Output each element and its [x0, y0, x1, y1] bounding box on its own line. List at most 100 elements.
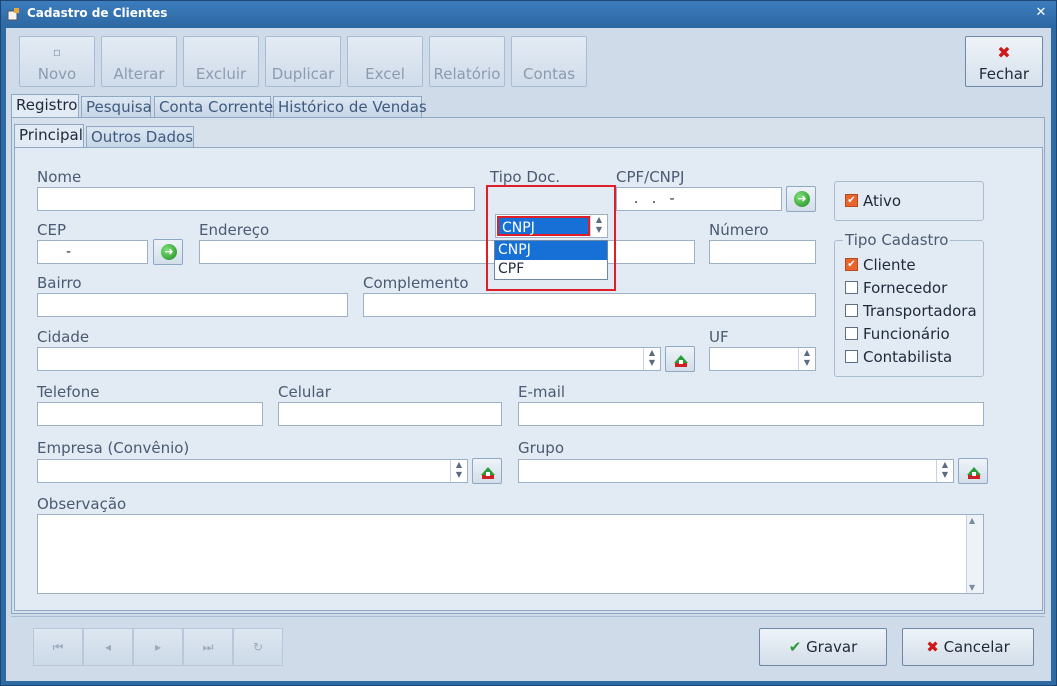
checkmark-icon: ✔ [788, 638, 802, 656]
excluir-button[interactable]: Excluir [183, 36, 259, 87]
fornecedor-checkbox[interactable] [845, 281, 858, 294]
transportadora-checkbox[interactable] [845, 304, 858, 317]
app-icon [7, 8, 19, 21]
grupo-select[interactable]: ▲ ▼ [518, 459, 954, 483]
observacao-label: Observação [37, 495, 127, 513]
go-arrow-icon: ➜ [794, 191, 810, 207]
grupo-edit-button[interactable] [958, 458, 988, 484]
gravar-label: Gravar [806, 638, 858, 656]
contabilista-checkbox[interactable] [845, 350, 858, 363]
excel-button[interactable]: Excel [347, 36, 423, 87]
complemento-label: Complemento [363, 274, 469, 292]
celular-input[interactable] [278, 402, 502, 426]
close-x-icon: ✖ [997, 43, 1011, 62]
window-client-area: ▫ Novo Alterar Excluir Duplicar Excel Re… [6, 28, 1051, 681]
cpf-cnpj-label: CPF/CNPJ [616, 168, 685, 186]
window: Cadastro de Clientes ✕ ▫ Novo Alterar Ex… [0, 0, 1057, 686]
duplicar-label: Duplicar [271, 65, 335, 83]
next-record-icon: ▸ [154, 640, 162, 654]
first-record-icon: ⏮ [52, 640, 64, 654]
numero-input[interactable] [709, 240, 816, 264]
title-bar: Cadastro de Clientes ✕ [1, 1, 1056, 27]
window-title: Cadastro de Clientes [27, 6, 168, 20]
endereco-label: Endereço [199, 221, 270, 239]
nav-last-button[interactable]: ⏭ [183, 628, 233, 666]
nav-prev-button[interactable]: ◂ [83, 628, 133, 666]
empresa-label: Empresa (Convênio) [37, 439, 190, 457]
cpf-cnpj-input[interactable]: . . - [616, 187, 782, 211]
ativo-checkbox[interactable]: ✔ [845, 194, 858, 207]
cancelar-label: Cancelar [943, 638, 1010, 656]
uf-select[interactable]: ▲ ▼ [709, 347, 816, 371]
cliente-checkbox[interactable]: ✔ [845, 258, 858, 271]
celular-label: Celular [278, 383, 331, 401]
spin-arrows-icon: ▲ ▼ [798, 348, 815, 370]
endereco-input[interactable] [199, 240, 695, 264]
cep-lookup-button[interactable]: ➜ [153, 239, 183, 265]
footer-divider [11, 616, 1045, 617]
nav-first-button[interactable]: ⏮ [33, 628, 83, 666]
observacao-scrollbar[interactable]: ▲ ▼ [966, 515, 983, 593]
contabilista-label: Contabilista [863, 348, 953, 366]
relatorio-button[interactable]: Relatório [429, 36, 505, 87]
telefone-input[interactable] [37, 402, 263, 426]
tipo-cadastro-title: Tipo Cadastro [843, 231, 951, 249]
nav-next-button[interactable]: ▸ [133, 628, 183, 666]
spin-arrows-icon: ▲ ▼ [450, 460, 467, 482]
uf-label: UF [709, 328, 729, 346]
prev-record-icon: ◂ [104, 640, 112, 654]
edit-record-icon [967, 467, 981, 479]
numero-label: Número [709, 221, 769, 239]
cep-label: CEP [37, 221, 66, 239]
complemento-input[interactable] [363, 293, 816, 317]
bairro-label: Bairro [37, 274, 82, 292]
novo-button[interactable]: ▫ Novo [19, 36, 95, 87]
new-document-icon: ▫ [52, 45, 62, 59]
cep-input[interactable]: - [37, 240, 148, 264]
telefone-label: Telefone [37, 383, 100, 401]
fornecedor-label: Fornecedor [863, 279, 948, 297]
duplicar-button[interactable]: Duplicar [265, 36, 341, 87]
cidade-label: Cidade [37, 328, 90, 346]
tab-pesquisa[interactable]: Pesquisa [81, 96, 152, 118]
tab-outros-dados[interactable]: Outros Dados [86, 126, 194, 148]
observacao-textarea[interactable]: ▲ ▼ [37, 514, 984, 594]
scroll-up-icon[interactable]: ▲ [969, 516, 975, 525]
email-input[interactable] [518, 402, 984, 426]
novo-label: Novo [37, 65, 77, 83]
window-close-icon[interactable]: ✕ [1032, 4, 1050, 22]
highlight-box [486, 185, 616, 291]
refresh-icon: ↻ [252, 640, 264, 654]
funcionario-checkbox[interactable] [845, 327, 858, 340]
tab-historico-vendas[interactable]: Histórico de Vendas [273, 96, 427, 118]
cpf-lookup-button[interactable]: ➜ [786, 186, 816, 212]
tipo-doc-label: Tipo Doc. [490, 168, 561, 186]
ativo-label: Ativo [863, 192, 902, 210]
cancelar-button[interactable]: ✖ Cancelar [902, 628, 1034, 666]
cidade-edit-button[interactable] [665, 346, 695, 372]
funcionario-label: Funcionário [863, 325, 950, 343]
scroll-down-icon[interactable]: ▼ [969, 583, 975, 592]
bairro-input[interactable] [37, 293, 348, 317]
empresa-edit-button[interactable] [472, 458, 502, 484]
nome-input[interactable] [37, 187, 475, 211]
gravar-button[interactable]: ✔ Gravar [759, 628, 887, 666]
edit-record-icon [481, 467, 495, 479]
alterar-button[interactable]: Alterar [101, 36, 177, 87]
contas-label: Contas [522, 65, 576, 83]
grupo-label: Grupo [518, 439, 564, 457]
cliente-label: Cliente [863, 256, 916, 274]
nav-refresh-button[interactable]: ↻ [233, 628, 283, 666]
cancel-x-icon: ✖ [926, 638, 939, 656]
tab-conta-corrente[interactable]: Conta Corrente [154, 96, 273, 118]
spin-arrows-icon: ▲ ▼ [936, 460, 953, 482]
cidade-select[interactable]: ▲ ▼ [37, 347, 661, 371]
empresa-select[interactable]: ▲ ▼ [37, 459, 468, 483]
fechar-button[interactable]: ✖ Fechar [965, 36, 1043, 87]
excluir-label: Excluir [195, 65, 247, 83]
tab-principal[interactable]: Principal [14, 124, 84, 148]
tab-registro[interactable]: Registro [11, 94, 79, 118]
contas-button[interactable]: Contas [511, 36, 587, 87]
relatorio-label: Relatório [433, 65, 501, 83]
last-record-icon: ⏭ [202, 640, 214, 654]
